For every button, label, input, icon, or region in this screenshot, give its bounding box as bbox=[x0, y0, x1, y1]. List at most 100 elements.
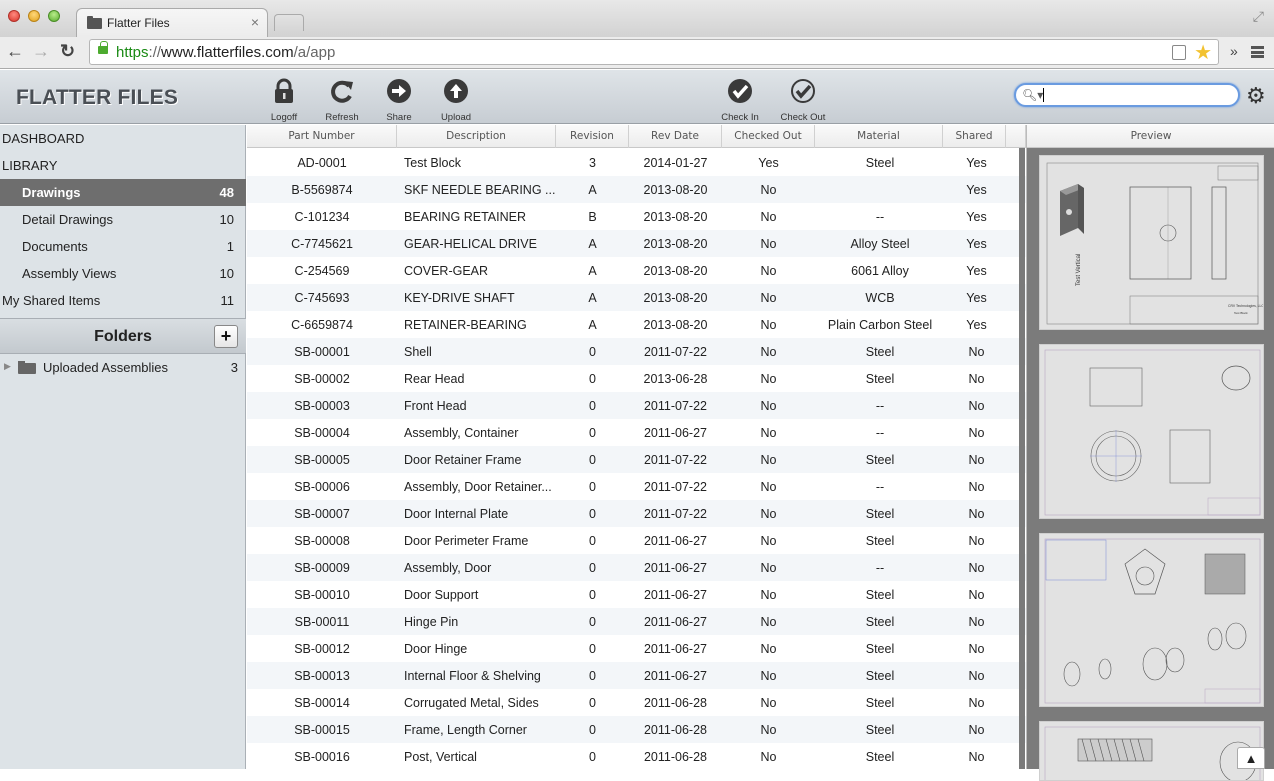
folder-item-uploaded-assemblies[interactable]: ▶ Uploaded Assemblies 3 bbox=[0, 354, 246, 381]
table-row[interactable]: SB-00007 Door Internal Plate 0 2011-07-22 No… bbox=[247, 500, 1026, 527]
lock-icon bbox=[275, 78, 293, 103]
preview-thumbnail[interactable] bbox=[1039, 721, 1264, 781]
column-header-material[interactable]: Material bbox=[815, 125, 943, 148]
browser-tab[interactable]: Flatter Files × bbox=[76, 8, 268, 37]
cell-description: Assembly, Container bbox=[404, 426, 519, 440]
cell-part-number: C-6659874 bbox=[291, 318, 353, 332]
settings-gear-icon[interactable]: ⚙ bbox=[1246, 83, 1266, 109]
sidebar-item-count: 10 bbox=[219, 212, 234, 227]
refresh-button[interactable]: Refresh bbox=[315, 78, 369, 123]
table-row[interactable]: C-101234 BEARING RETAINER B 2013-08-20 No -- Y… bbox=[247, 203, 1026, 230]
column-header-shared[interactable]: Shared bbox=[943, 125, 1006, 148]
fullscreen-icon[interactable]: ⤢ bbox=[1253, 8, 1264, 25]
cell-part-number: C-7745621 bbox=[291, 237, 353, 251]
cell-checked-out: No bbox=[760, 399, 777, 413]
table-row[interactable]: SB-00012 Door Hinge 0 2011-06-27 No Steel No bbox=[247, 635, 1026, 662]
table-row[interactable]: C-7745621 GEAR-HELICAL DRIVE A 2013-08-20 No… bbox=[247, 230, 1026, 257]
cell-revision: 0 bbox=[589, 372, 596, 386]
table-row[interactable]: SB-00005 Door Retainer Frame 0 2011-07-22 No… bbox=[247, 446, 1026, 473]
preview-thumbnail[interactable] bbox=[1039, 533, 1264, 707]
preview-thumbnail[interactable] bbox=[1039, 344, 1264, 519]
devices-icon[interactable] bbox=[1172, 45, 1186, 60]
reload-icon[interactable]: ↻ bbox=[60, 41, 75, 62]
table-scrollbar[interactable] bbox=[1019, 148, 1025, 769]
check-out-button[interactable]: Check Out bbox=[776, 78, 830, 123]
sidebar-item-assembly-views[interactable]: Assembly Views 10 bbox=[0, 260, 246, 287]
cell-material: -- bbox=[875, 399, 885, 413]
table-row[interactable]: SB-00003 Front Head 0 2011-07-22 No -- No bbox=[247, 392, 1026, 419]
sidebar-item-documents[interactable]: Documents 1 bbox=[0, 233, 246, 260]
check-in-button[interactable]: Check In bbox=[713, 78, 767, 123]
table-row[interactable]: SB-00002 Rear Head 0 2013-06-28 No Steel No bbox=[247, 365, 1026, 392]
cell-shared: No bbox=[968, 534, 985, 548]
drawing-thumbnail-test-block: Test Vertical CRV Technologies, LLC Test… bbox=[1046, 162, 1264, 325]
preview-thumbnail[interactable]: Test Vertical CRV Technologies, LLC Test… bbox=[1039, 155, 1264, 330]
check-out-icon bbox=[791, 79, 815, 103]
sidebar-item-drawings[interactable]: Drawings 48 bbox=[0, 179, 246, 206]
cell-revision: A bbox=[588, 291, 597, 305]
table-row[interactable]: SB-00010 Door Support 0 2011-06-27 No Steel No bbox=[247, 581, 1026, 608]
back-icon[interactable]: ← bbox=[6, 41, 24, 62]
sidebar-item-my-shared-items[interactable]: My Shared Items 11 bbox=[0, 287, 246, 314]
share-button[interactable]: Share bbox=[372, 78, 426, 123]
column-header-description[interactable]: Description bbox=[397, 125, 556, 148]
table-row[interactable]: C-254569 COVER-GEAR A 2013-08-20 No 6061 Allo… bbox=[247, 257, 1026, 284]
cell-shared: No bbox=[968, 399, 985, 413]
search-input[interactable] bbox=[1044, 87, 1234, 103]
column-header-revision[interactable]: Revision bbox=[556, 125, 629, 148]
table-row[interactable]: SB-00009 Assembly, Door 0 2011-06-27 No -- No bbox=[247, 554, 1026, 581]
table-row[interactable]: SB-00013 Internal Floor & Shelving 0 2011-0… bbox=[247, 662, 1026, 689]
address-bar[interactable]: https://www.flatterfiles.com/a/app ★ bbox=[89, 39, 1219, 65]
bookmark-star-icon[interactable]: ★ bbox=[1194, 40, 1212, 65]
sidebar-item-dashboard[interactable]: DASHBOARD bbox=[0, 125, 246, 152]
table-row[interactable]: AD-0001 Test Block 3 2014-01-27 Yes Steel Yes bbox=[247, 149, 1026, 176]
thumb-company: CRV Technologies, LLC bbox=[1228, 304, 1264, 308]
table-row[interactable]: SB-00001 Shell 0 2011-07-22 No Steel No bbox=[247, 338, 1026, 365]
search-icon[interactable]: 🔍︎▾ bbox=[1022, 88, 1043, 102]
folders-title: Folders bbox=[94, 328, 152, 345]
cell-rev-date: 2013-08-20 bbox=[643, 318, 708, 332]
cell-rev-date: 2011-06-27 bbox=[643, 534, 707, 548]
url-text[interactable]: https://www.flatterfiles.com/a/app bbox=[116, 44, 335, 61]
forward-icon[interactable]: → bbox=[32, 41, 50, 62]
table-row[interactable]: SB-00006 Assembly, Door Retainer... 0 2011-… bbox=[247, 473, 1026, 500]
url-host: www.flatterfiles.com bbox=[161, 44, 294, 61]
scroll-to-top-button[interactable]: ▲ bbox=[1237, 747, 1265, 769]
close-window-button[interactable] bbox=[8, 10, 20, 22]
cell-shared: No bbox=[968, 561, 985, 575]
cell-checked-out: No bbox=[760, 345, 777, 359]
table-row[interactable]: SB-00008 Door Perimeter Frame 0 2011-06-27 N… bbox=[247, 527, 1026, 554]
table-row[interactable]: SB-00014 Corrugated Metal, Sides 0 2011-06-… bbox=[247, 689, 1026, 716]
zoom-window-button[interactable] bbox=[48, 10, 60, 22]
sidebar-item-count: 11 bbox=[220, 293, 235, 308]
column-header-rev-date[interactable]: Rev Date bbox=[629, 125, 722, 148]
table-row[interactable]: B-5569874 SKF NEEDLE BEARING ... A 2013-08-… bbox=[247, 176, 1026, 203]
cell-part-number: SB-00015 bbox=[294, 723, 350, 737]
expand-triangle-icon[interactable]: ▶ bbox=[4, 361, 11, 372]
add-folder-button[interactable]: + bbox=[214, 325, 238, 348]
table-row[interactable]: SB-00011 Hinge Pin 0 2011-06-27 No Steel No bbox=[247, 608, 1026, 635]
extensions-overflow-icon[interactable]: » bbox=[1230, 43, 1238, 59]
upload-button[interactable]: Upload bbox=[429, 78, 483, 123]
search-field[interactable]: 🔍︎▾ bbox=[1014, 83, 1240, 107]
browser-menu-icon[interactable] bbox=[1251, 46, 1264, 58]
table-row[interactable]: SB-00016 Post, Vertical 0 2011-06-28 No Steel… bbox=[247, 743, 1026, 769]
tab-close-icon[interactable]: × bbox=[251, 14, 259, 30]
table-row[interactable]: SB-00004 Assembly, Container 0 2011-06-27 No… bbox=[247, 419, 1026, 446]
cell-revision: 0 bbox=[589, 345, 596, 359]
cell-shared: No bbox=[968, 642, 985, 656]
column-header-checked-out[interactable]: Checked Out bbox=[722, 125, 815, 148]
cell-material: Plain Carbon Steel bbox=[827, 318, 933, 332]
sidebar-item-count: 1 bbox=[226, 239, 234, 254]
table-row[interactable]: C-745693 KEY-DRIVE SHAFT A 2013-08-20 No WCB Y… bbox=[247, 284, 1026, 311]
sidebar-item-library[interactable]: LIBRARY bbox=[0, 152, 246, 179]
table-row[interactable]: SB-00015 Frame, Length Corner 0 2011-06-28 N… bbox=[247, 716, 1026, 743]
logoff-button[interactable]: Logoff bbox=[257, 78, 311, 123]
cell-part-number: SB-00005 bbox=[294, 453, 350, 467]
minimize-window-button[interactable] bbox=[28, 10, 40, 22]
sidebar-item-detail-drawings[interactable]: Detail Drawings 10 bbox=[0, 206, 246, 233]
cell-shared: No bbox=[968, 345, 985, 359]
new-tab-button[interactable] bbox=[274, 14, 304, 31]
column-header-part-number[interactable]: Part Number bbox=[247, 125, 397, 148]
table-row[interactable]: C-6659874 RETAINER-BEARING A 2013-08-20 No Pl… bbox=[247, 311, 1026, 338]
